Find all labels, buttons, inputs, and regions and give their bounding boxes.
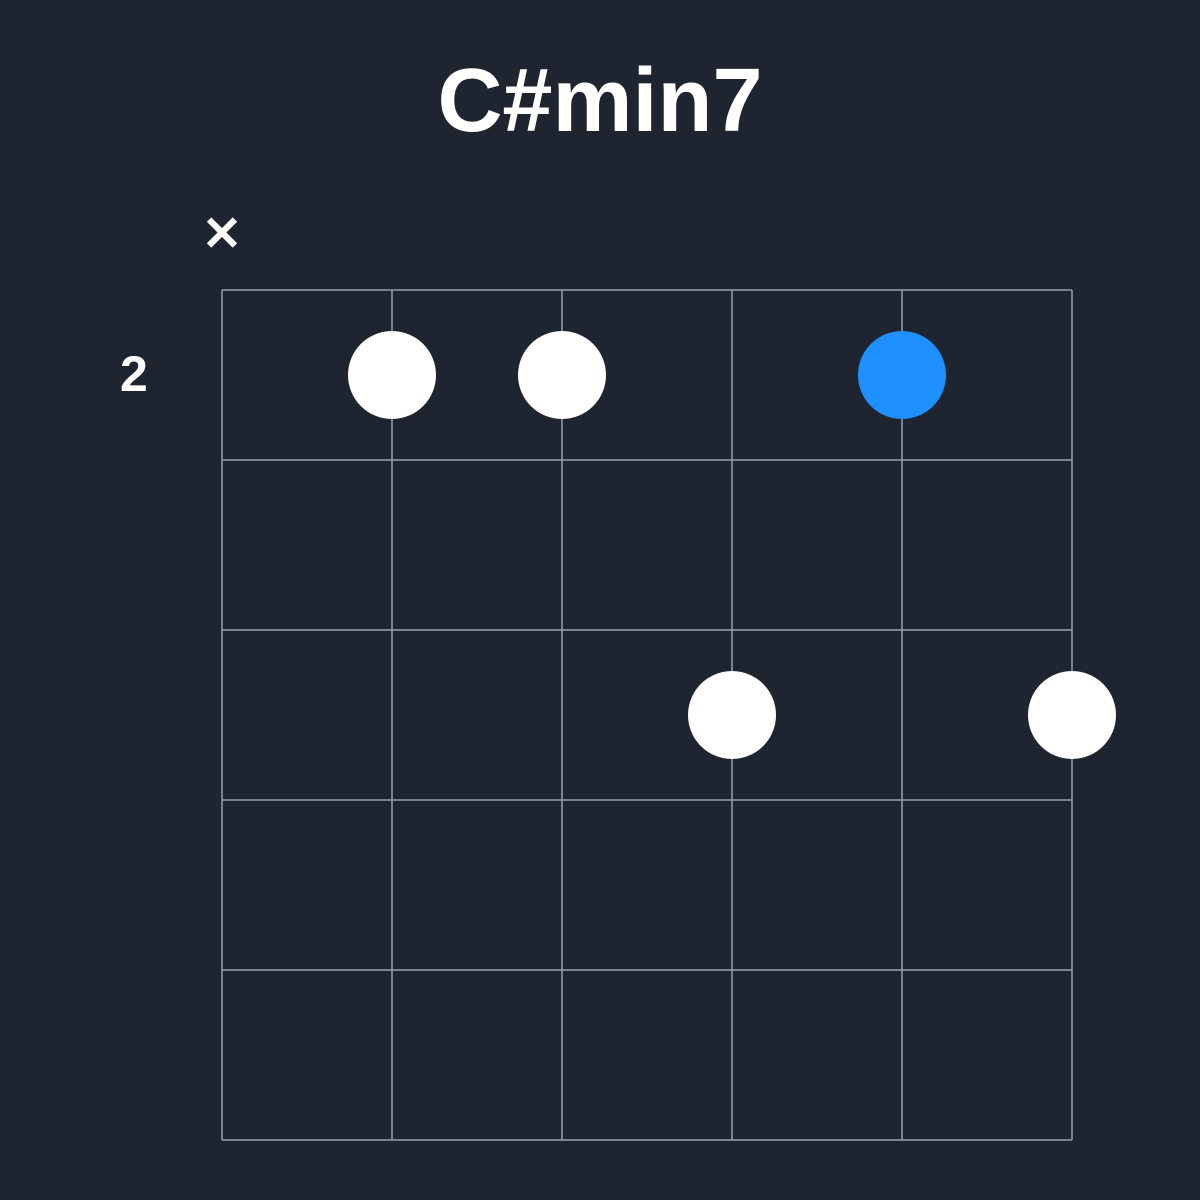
chord-title: C#min7 (0, 50, 1200, 153)
finger-dot (518, 331, 606, 419)
finger-dot (688, 671, 776, 759)
chord-diagram (178, 246, 1116, 1184)
finger-dot (1028, 671, 1116, 759)
starting-fret-label: 2 (120, 345, 148, 403)
finger-dot (348, 331, 436, 419)
finger-dot (858, 331, 946, 419)
